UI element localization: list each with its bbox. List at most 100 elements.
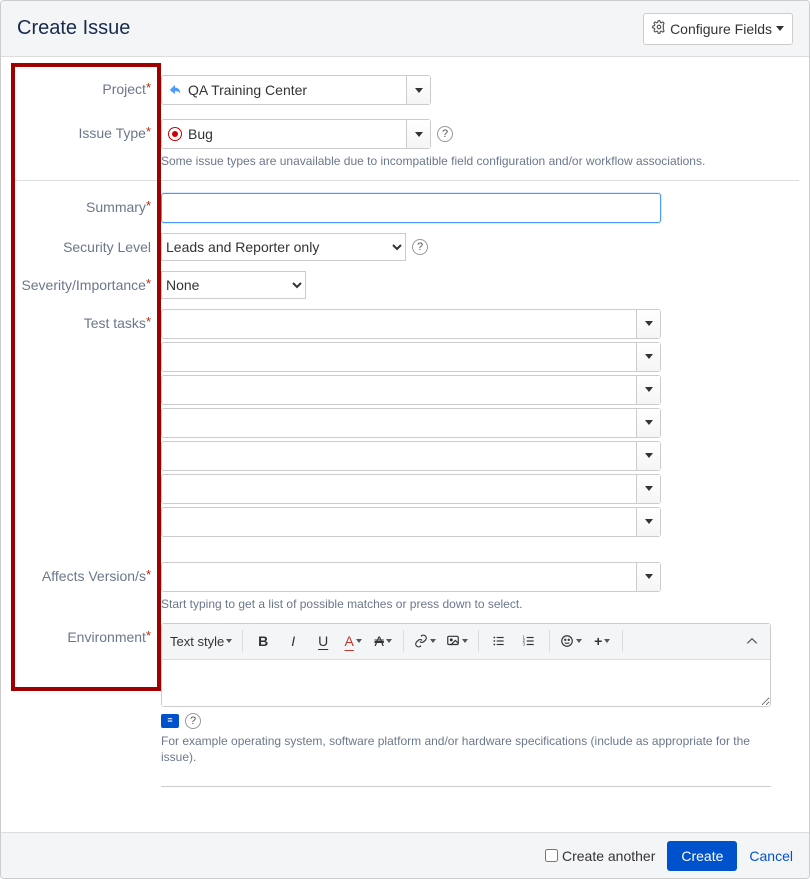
label-issue-type: Issue Type* (11, 119, 161, 141)
link-button[interactable] (410, 627, 440, 655)
create-another-checkbox[interactable] (545, 849, 558, 862)
create-issue-dialog: Create Issue Configure Fields Project* (0, 0, 810, 879)
row-severity: Severity/Importance* None (11, 271, 799, 299)
text-color-button[interactable]: A (339, 627, 367, 655)
chevron-down-icon (645, 453, 653, 458)
help-icon[interactable]: ? (185, 713, 201, 729)
emoji-button[interactable] (556, 627, 586, 655)
rte-toolbar: Text style B I U A ₳ (162, 624, 770, 660)
environment-rte: Text style B I U A ₳ (161, 623, 771, 707)
test-task-combo[interactable] (161, 507, 661, 537)
label-environment: Environment* (11, 623, 161, 645)
dialog-footer: Create another Create Cancel (1, 832, 809, 878)
create-button[interactable]: Create (667, 841, 737, 871)
row-next-hidden (11, 786, 799, 792)
chevron-down-icon (226, 639, 232, 643)
gear-icon (652, 20, 666, 37)
chevron-down-icon (645, 574, 653, 579)
project-combo[interactable]: QA Training Center (161, 75, 431, 105)
configure-fields-button[interactable]: Configure Fields (643, 13, 793, 45)
project-caret[interactable] (406, 76, 430, 104)
label-test-tasks: Test tasks* (11, 309, 161, 331)
scroll-area[interactable]: Project* QA Training Center (1, 57, 809, 832)
bullet-list-button[interactable] (485, 627, 513, 655)
chevron-down-icon (415, 88, 423, 93)
test-task-caret[interactable] (636, 409, 660, 437)
label-project: Project* (11, 75, 161, 97)
severity-select[interactable]: None (161, 271, 306, 299)
dialog-body: Project* QA Training Center (1, 57, 809, 832)
bold-button[interactable]: B (249, 627, 277, 655)
help-icon[interactable]: ? (437, 126, 453, 142)
chevron-down-icon (386, 639, 392, 643)
row-issue-type: Issue Type* Bug ? Some issue types are u… (11, 119, 799, 170)
test-task-caret[interactable] (636, 376, 660, 404)
visual-mode-chip[interactable]: ≡ (161, 714, 179, 728)
label-security-level: Security Level (11, 233, 161, 255)
environment-textarea[interactable] (162, 660, 770, 706)
clear-format-button[interactable]: ₳ (369, 627, 397, 655)
issue-type-caret[interactable] (406, 120, 430, 148)
label-affects-versions: Affects Version/s* (11, 562, 161, 584)
chevron-down-icon (430, 639, 436, 643)
environment-hint: For example operating system, software p… (161, 733, 771, 767)
underline-button[interactable]: U (309, 627, 337, 655)
test-task-combo[interactable] (161, 408, 661, 438)
row-summary: Summary* (11, 193, 799, 223)
issue-type-value: Bug (188, 126, 406, 142)
test-task-combo[interactable] (161, 342, 661, 372)
test-task-caret[interactable] (636, 508, 660, 536)
chevron-down-icon (415, 132, 423, 137)
affects-versions-caret[interactable] (636, 563, 660, 591)
bug-icon (162, 127, 188, 141)
number-list-button[interactable]: 123 (515, 627, 543, 655)
chevron-down-icon (645, 486, 653, 491)
chevron-down-icon (645, 387, 653, 392)
test-task-combo[interactable] (161, 474, 661, 504)
separator (403, 630, 404, 652)
test-task-combo[interactable] (161, 441, 661, 471)
issue-type-combo[interactable]: Bug (161, 119, 431, 149)
chevron-down-icon (356, 639, 362, 643)
chevron-down-icon (645, 420, 653, 425)
dialog-title: Create Issue (17, 17, 130, 40)
text-style-button[interactable]: Text style (166, 627, 236, 655)
chevron-down-icon (645, 519, 653, 524)
summary-input[interactable] (161, 193, 661, 223)
row-project: Project* QA Training Center (11, 75, 799, 105)
test-task-combo[interactable] (161, 309, 661, 339)
row-affects-versions: Affects Version/s* Start typing to get a… (11, 562, 799, 613)
test-task-caret[interactable] (636, 343, 660, 371)
insert-more-button[interactable]: + (588, 627, 616, 655)
separator (478, 630, 479, 652)
project-value: QA Training Center (188, 82, 406, 98)
help-icon[interactable]: ? (412, 239, 428, 255)
chevron-down-icon (462, 639, 468, 643)
collapse-button[interactable] (738, 627, 766, 655)
cancel-button[interactable]: Cancel (749, 848, 793, 864)
chevron-down-icon (604, 639, 610, 643)
issue-type-hint: Some issue types are unavailable due to … (161, 153, 799, 170)
chevron-down-icon (645, 321, 653, 326)
test-task-caret[interactable] (636, 475, 660, 503)
create-issue-form: Project* QA Training Center (11, 75, 799, 792)
test-task-caret[interactable] (636, 442, 660, 470)
dialog-header: Create Issue Configure Fields (1, 1, 809, 57)
test-task-caret[interactable] (636, 310, 660, 338)
security-level-select[interactable]: Leads and Reporter only (161, 233, 406, 261)
row-security-level: Security Level Leads and Reporter only ? (11, 233, 799, 261)
image-button[interactable] (442, 627, 472, 655)
separator (622, 630, 623, 652)
italic-button[interactable]: I (279, 627, 307, 655)
affects-versions-combo[interactable] (161, 562, 661, 592)
affects-versions-hint: Start typing to get a list of possible m… (161, 596, 799, 613)
row-environment: Environment* Text style B I U A ₳ (11, 623, 799, 767)
chevron-down-icon (776, 26, 784, 31)
create-another-label[interactable]: Create another (545, 848, 655, 864)
label-severity: Severity/Importance* (11, 271, 161, 293)
chevron-down-icon (576, 639, 582, 643)
test-task-combo[interactable] (161, 375, 661, 405)
label-summary: Summary* (11, 193, 161, 215)
separator (242, 630, 243, 652)
chevron-down-icon (645, 354, 653, 359)
